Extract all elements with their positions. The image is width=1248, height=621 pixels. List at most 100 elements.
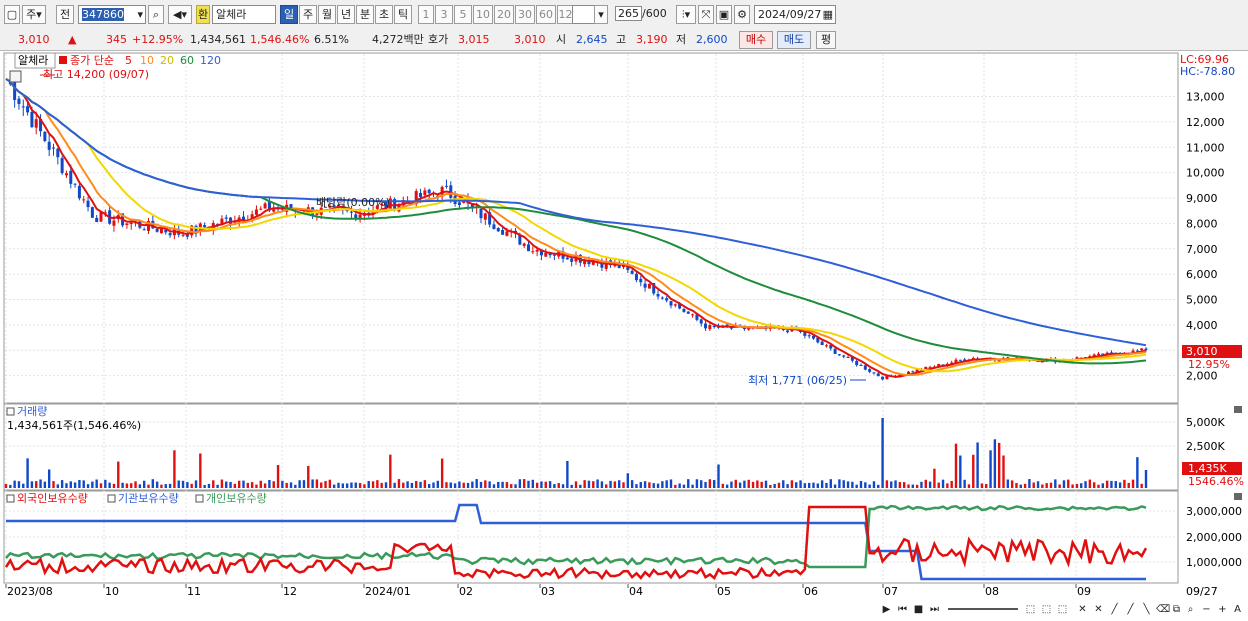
last-icon[interactable]: ⏭ <box>928 603 941 616</box>
volume-bar <box>4 483 8 488</box>
period-tab-1[interactable]: 주 <box>299 5 317 24</box>
gear-icon[interactable]: ⚙ <box>734 5 750 24</box>
period-select[interactable]: 주▾ <box>22 5 46 24</box>
tool-icon-3[interactable]: ⬚ <box>1056 603 1069 616</box>
holder-close-icon[interactable] <box>1234 493 1242 500</box>
high-price: 3,190 <box>636 33 668 46</box>
volume-bar <box>730 481 733 488</box>
volume-bar <box>155 481 159 488</box>
speaker-icon[interactable]: ◀▾ <box>168 5 192 24</box>
first-icon[interactable]: ⏮ <box>896 603 909 616</box>
compare-icon[interactable]: ⤧ <box>698 5 714 24</box>
line-icon-3[interactable]: ╲ <box>1140 603 1153 616</box>
scroll-left-icon[interactable]: ▶ <box>880 603 893 616</box>
volume-bar <box>233 483 237 488</box>
count-button-5[interactable]: 5 <box>454 5 472 24</box>
search-icon[interactable]: ⌕ <box>148 5 164 24</box>
stock-chart[interactable]: 13,000 12,000 11,000 10,000 9,000 8,000 7,000 6… <box>0 51 1248 621</box>
calendar-icon[interactable]: ▦ <box>823 6 833 23</box>
candle-body <box>358 214 362 218</box>
period-tab-4[interactable]: 분 <box>356 5 374 24</box>
volume-bar <box>177 480 180 488</box>
price-tick: 11,000 <box>1186 141 1225 154</box>
candle-body <box>56 148 60 158</box>
volume-bar <box>592 481 595 488</box>
volume-bar <box>458 481 461 488</box>
prev-button[interactable]: 전 <box>56 5 74 24</box>
volume-bar <box>449 482 452 488</box>
line-icon-2[interactable]: ╱ <box>1124 603 1137 616</box>
candle-body <box>315 213 319 215</box>
volume-bar <box>112 483 116 488</box>
candle-body <box>43 131 47 142</box>
zoom-in-icon[interactable]: + <box>1216 603 1229 616</box>
zoom-out-icon[interactable]: − <box>1200 603 1213 616</box>
volume-bar <box>946 483 949 488</box>
open-price: 2,645 <box>576 33 608 46</box>
volume-bar <box>268 479 271 488</box>
zoom-slider[interactable] <box>948 608 1018 610</box>
volume-bar <box>583 480 586 488</box>
count-button-10[interactable]: 10 <box>473 5 493 24</box>
magnifier-icon[interactable]: ⌕ <box>1184 603 1197 616</box>
candle-type-icon[interactable]: ⫶▾ <box>676 5 696 24</box>
volume-close-icon[interactable] <box>1234 406 1242 413</box>
low-price: 2,600 <box>696 33 728 46</box>
count-button-20[interactable]: 20 <box>494 5 514 24</box>
legend-title: 종가 단순 <box>70 54 114 67</box>
count-button-1[interactable]: 1 <box>418 5 434 24</box>
candle-body <box>155 228 159 232</box>
code-dropdown-icon[interactable]: ▾ <box>137 6 143 23</box>
count-button-3[interactable]: 3 <box>435 5 453 24</box>
range-input[interactable]: 265 <box>615 6 642 21</box>
count-button-30[interactable]: 30 <box>515 5 535 24</box>
volume-bar <box>648 482 651 488</box>
period-tab-2[interactable]: 월 <box>318 5 336 24</box>
candle-body <box>52 147 55 149</box>
volume-bar <box>47 469 51 488</box>
tool-icon-2[interactable]: ⬚ <box>1040 603 1053 616</box>
volume-panel[interactable] <box>3 403 1179 491</box>
volume-bar <box>1097 484 1100 488</box>
stock-name-field[interactable]: 알체라 <box>212 5 276 24</box>
period-tab-3[interactable]: 년 <box>337 5 355 24</box>
candle-body <box>419 193 423 198</box>
cross-icon-2[interactable]: ✕ <box>1092 603 1105 616</box>
volume-bar <box>1058 484 1061 488</box>
sell-button[interactable]: 매도 <box>777 31 811 49</box>
volume-bar <box>622 482 625 488</box>
volume-bar <box>570 484 573 488</box>
window-icon[interactable]: ⧉ <box>1170 603 1183 616</box>
save-icon[interactable]: ▣ <box>716 5 732 24</box>
volume-bar <box>691 484 694 488</box>
candle-body <box>501 230 505 235</box>
period-tab-5[interactable]: 초 <box>375 5 393 24</box>
count-button-60[interactable]: 60 <box>536 5 556 24</box>
cross-icon[interactable]: ✕ <box>1076 603 1089 616</box>
buy-button[interactable]: 매수 <box>739 31 773 49</box>
volume-bar <box>307 466 310 488</box>
count-dropdown-icon[interactable]: ▾ <box>594 5 608 24</box>
panel-icon[interactable]: ▢ <box>4 5 20 24</box>
font-size-icon[interactable]: A <box>1231 603 1244 616</box>
tool-icon-1[interactable]: ⬚ <box>1024 603 1037 616</box>
candle-body <box>30 112 34 128</box>
volume-bar <box>829 479 832 488</box>
volume-bar <box>427 484 431 488</box>
volume-bar <box>173 450 176 488</box>
date-input[interactable]: 2024/09/27 ▦ <box>754 5 836 24</box>
calculator-icon[interactable] <box>9 70 22 83</box>
holder-tick: 1,000,000 <box>1186 556 1242 569</box>
volume-bar <box>35 481 38 488</box>
exchange-badge[interactable]: 환 <box>196 5 210 24</box>
candle-body <box>86 200 90 208</box>
period-tab-6[interactable]: 틱 <box>394 5 412 24</box>
x-axis-label: 10 <box>105 585 119 598</box>
stop-icon[interactable]: ■ <box>912 603 925 616</box>
volume-bar <box>967 484 971 488</box>
eval-button[interactable]: 평 <box>816 31 836 49</box>
code-input[interactable]: 347860 ▾ <box>78 5 146 24</box>
eraser-icon[interactable]: ⌫ <box>1156 603 1170 616</box>
line-icon[interactable]: ╱ <box>1108 603 1121 616</box>
period-tab-0[interactable]: 일 <box>280 5 298 24</box>
